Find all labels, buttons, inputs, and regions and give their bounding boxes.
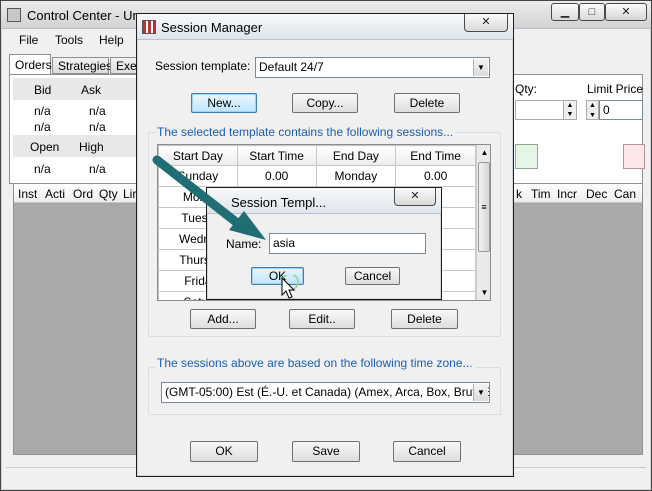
pointer-arrow-icon: [152, 155, 266, 240]
mouse-cursor-icon: [281, 275, 299, 299]
